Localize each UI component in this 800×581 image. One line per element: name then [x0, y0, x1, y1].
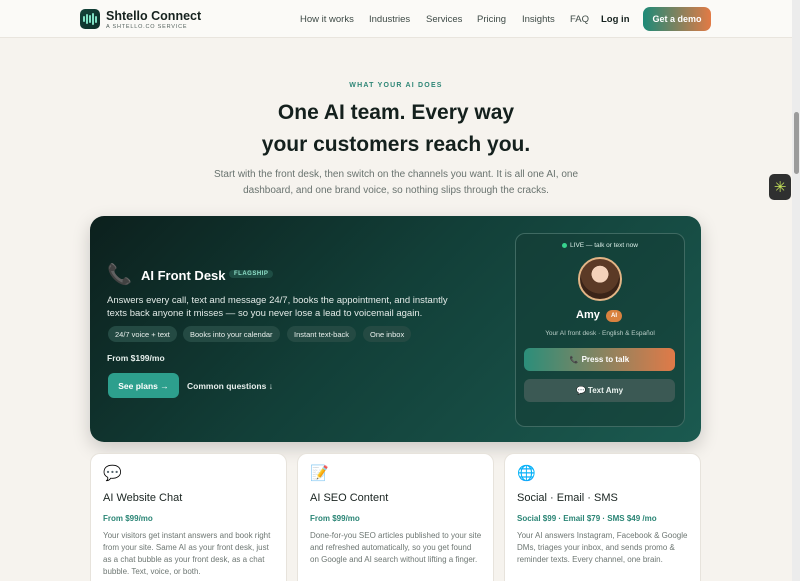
flagship-badge: FLAGSHIP [229, 270, 274, 278]
shtello-logo-icon[interactable] [80, 9, 100, 29]
see-plans-button[interactable]: See plans → [108, 373, 179, 398]
service-card-website-chat[interactable]: 💬 AI Website Chat From $99/mo Your visit… [90, 453, 287, 581]
section-eyebrow: WHAT YOUR AI DOES [349, 82, 443, 89]
globe-icon: 🌐 [517, 465, 536, 482]
scrollbar-thumb[interactable] [794, 112, 799, 174]
card-price: From $99/mo [103, 514, 153, 523]
section-title-line2: your customers reach you. [261, 133, 531, 156]
front-desk-price: From $199/mo [107, 353, 165, 363]
card-title: AI SEO Content [310, 492, 389, 504]
nav-services[interactable]: Services [426, 14, 462, 25]
feature-chip: One inbox [363, 326, 412, 342]
service-card-social-email-sms[interactable]: 🌐 Social · Email · SMS Social $99 · Emai… [504, 453, 701, 581]
get-demo-button[interactable]: Get a demo [643, 7, 711, 31]
chat-small-icon: 💬 [575, 386, 586, 395]
front-desk-description: Answers every call, text and message 24/… [107, 295, 448, 319]
page-scrollbar[interactable] [792, 0, 800, 581]
section-title-line1: One AI team. Every way [277, 101, 515, 124]
assistant-subtitle: Your AI front desk · English & Español [545, 330, 655, 337]
nav-insights[interactable]: Insights [522, 14, 555, 25]
nav-faq[interactable]: FAQ [570, 14, 589, 25]
extension-icon[interactable]: ✳ [769, 174, 791, 200]
card-description: Your AI answers Instagram, Facebook & Go… [517, 531, 688, 564]
speech-bubble-icon: 💬 [103, 465, 122, 482]
phone-icon: 📞 [107, 264, 132, 286]
card-title: AI Website Chat [103, 492, 183, 504]
text-button-label: Text Amy [587, 386, 624, 395]
text-amy-button[interactable]: 💬 Text Amy [524, 379, 675, 402]
brand-subtitle: A SHTELLO.CO SERVICE [106, 24, 188, 30]
brand-name[interactable]: Shtello Connect [106, 9, 201, 23]
ai-badge: AI [606, 310, 622, 322]
section-lead: Start with the front desk, then switch o… [213, 169, 579, 196]
memo-icon: 📝 [310, 465, 329, 482]
nav-how-it-works[interactable]: How it works [300, 14, 354, 25]
card-price: From $99/mo [310, 514, 360, 523]
login-link[interactable]: Log in [601, 14, 630, 25]
talk-button-label: Press to talk [581, 355, 630, 364]
feature-chip: Instant text-back [287, 326, 357, 342]
live-dot-icon [562, 242, 568, 248]
common-questions-link[interactable]: Common questions ↓ [187, 381, 273, 391]
nav-pricing[interactable]: Pricing [477, 14, 506, 25]
service-card-seo-content[interactable]: 📝 AI SEO Content From $99/mo Done-for-yo… [297, 453, 494, 581]
card-description: Your visitors get instant answers and bo… [103, 531, 271, 576]
live-label: LIVE — talk or text now [570, 242, 638, 249]
feature-chip: 24/7 voice + text [108, 326, 177, 342]
press-to-talk-button[interactable]: 📞 Press to talk [524, 348, 675, 371]
front-desk-title: AI Front Desk [141, 268, 226, 283]
phone-small-icon: 📞 [569, 356, 579, 364]
amy-avatar [578, 257, 622, 301]
feature-chip: Books into your calendar [183, 326, 280, 342]
live-status: LIVE — talk or text now [515, 242, 685, 249]
nav-industries[interactable]: Industries [369, 14, 410, 25]
card-description: Done-for-you SEO articles published to y… [310, 531, 482, 564]
card-price: Social $99 · Email $79 · SMS $49 /mo [517, 514, 657, 523]
card-title: Social · Email · SMS [517, 492, 618, 504]
assistant-name: Amy [576, 309, 600, 321]
